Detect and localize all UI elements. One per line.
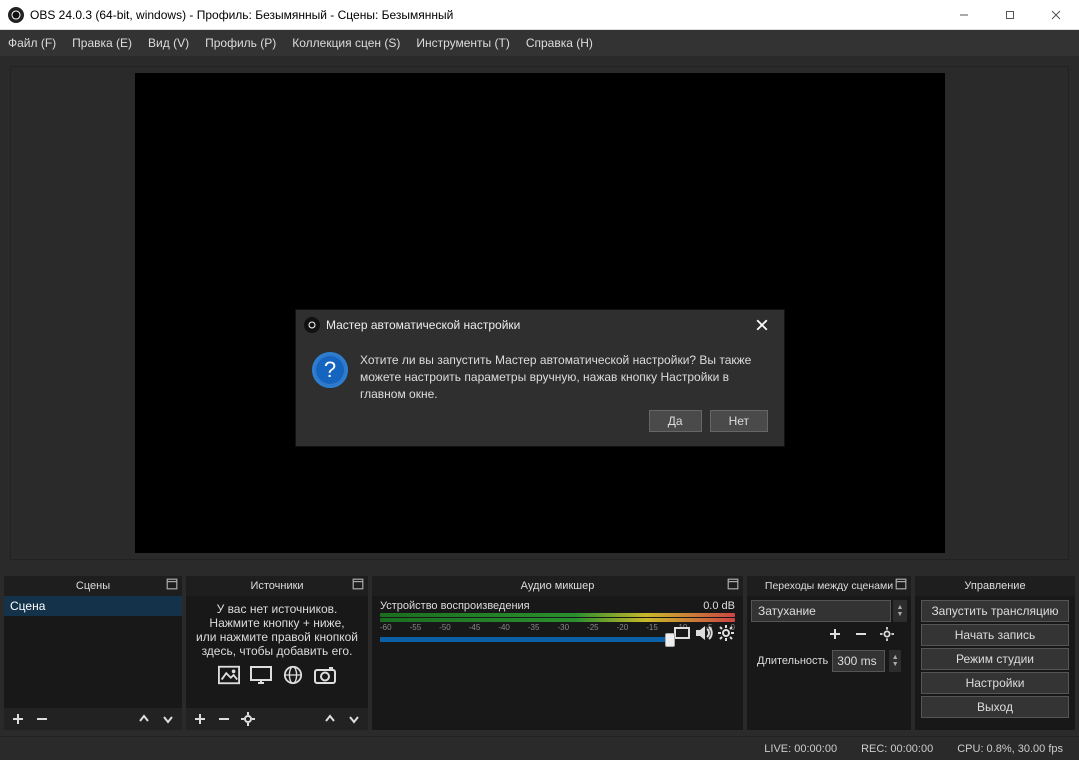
move-source-up-button[interactable] bbox=[320, 709, 340, 729]
yes-button[interactable]: Да bbox=[649, 410, 702, 432]
close-button[interactable] bbox=[1033, 0, 1079, 30]
sources-empty-text: У вас нет источников. Нажмите кнопку + н… bbox=[186, 596, 368, 662]
app-logo-icon bbox=[304, 317, 320, 333]
status-cpu: CPU: 0.8%, 30.00 fps bbox=[957, 743, 1063, 755]
popout-icon[interactable] bbox=[166, 578, 178, 590]
menu-profile[interactable]: Профиль (P) bbox=[205, 36, 276, 50]
add-source-button[interactable] bbox=[190, 709, 210, 729]
move-scene-down-button[interactable] bbox=[158, 709, 178, 729]
transition-select[interactable]: Затухание bbox=[751, 600, 891, 622]
volume-slider-thumb[interactable] bbox=[665, 633, 675, 647]
sources-title: Источники bbox=[250, 580, 303, 592]
camera-source-icon bbox=[311, 664, 339, 686]
menubar: Файл (F) Правка (E) Вид (V) Профиль (P) … bbox=[0, 30, 1079, 56]
dialog-title: Мастер автоматической настройки bbox=[326, 318, 748, 332]
add-transition-button[interactable] bbox=[825, 624, 845, 644]
status-rec: REC: 00:00:00 bbox=[861, 743, 933, 755]
scenes-title: Сцены bbox=[76, 580, 110, 592]
status-live: LIVE: 00:00:00 bbox=[764, 743, 837, 755]
controls-dock: Управление Запустить трансляцию Начать з… bbox=[915, 576, 1075, 730]
controls-header[interactable]: Управление bbox=[915, 576, 1075, 596]
transition-select-arrows[interactable]: ▲▼ bbox=[893, 600, 907, 622]
exit-button[interactable]: Выход bbox=[921, 696, 1069, 718]
mixer-device-label: Устройство воспроизведения bbox=[380, 600, 530, 612]
auto-config-dialog: Мастер автоматической настройки ? Хотите… bbox=[295, 309, 785, 447]
audio-meter bbox=[380, 613, 735, 617]
mixer-db-value: 0.0 dB bbox=[703, 600, 735, 612]
window-capture-icon[interactable] bbox=[673, 624, 691, 642]
settings-button[interactable]: Настройки bbox=[921, 672, 1069, 694]
scenes-toolbar bbox=[4, 708, 182, 730]
window-controls bbox=[941, 0, 1079, 30]
remove-scene-button[interactable] bbox=[32, 709, 52, 729]
sources-list[interactable]: У вас нет источников. Нажмите кнопку + н… bbox=[186, 596, 368, 708]
maximize-button[interactable] bbox=[987, 0, 1033, 30]
mixer-channel: Устройство воспроизведения 0.0 dB -60-55… bbox=[372, 596, 743, 646]
menu-tools[interactable]: Инструменты (T) bbox=[416, 36, 509, 50]
transition-settings-button[interactable] bbox=[877, 624, 897, 644]
scene-item[interactable]: Сцена bbox=[4, 596, 182, 616]
image-source-icon bbox=[215, 664, 243, 686]
menu-view[interactable]: Вид (V) bbox=[148, 36, 189, 50]
start-streaming-button[interactable]: Запустить трансляцию bbox=[921, 600, 1069, 622]
remove-transition-button[interactable] bbox=[851, 624, 871, 644]
minimize-button[interactable] bbox=[941, 0, 987, 30]
dialog-close-button[interactable] bbox=[748, 314, 776, 336]
dialog-body-text: Хотите ли вы запустить Мастер автоматиче… bbox=[360, 352, 768, 402]
transitions-header[interactable]: Переходы между сценами bbox=[747, 576, 911, 596]
transition-duration-label: Длительность bbox=[757, 655, 828, 667]
move-source-down-button[interactable] bbox=[344, 709, 364, 729]
move-scene-up-button[interactable] bbox=[134, 709, 154, 729]
statusbar: LIVE: 00:00:00 REC: 00:00:00 CPU: 0.8%, … bbox=[0, 736, 1079, 760]
volume-slider[interactable] bbox=[380, 637, 675, 642]
speaker-icon[interactable] bbox=[695, 624, 713, 642]
browser-source-icon bbox=[279, 664, 307, 686]
source-properties-button[interactable] bbox=[238, 709, 258, 729]
audio-mixer-title: Аудио микшер bbox=[521, 580, 595, 592]
scenes-header[interactable]: Сцены bbox=[4, 576, 182, 596]
sources-toolbar bbox=[186, 708, 368, 730]
popout-icon[interactable] bbox=[352, 578, 364, 590]
menu-edit[interactable]: Правка (E) bbox=[72, 36, 132, 50]
transition-duration-input[interactable]: 300 ms bbox=[832, 650, 885, 672]
studio-mode-button[interactable]: Режим студии bbox=[921, 648, 1069, 670]
popout-icon[interactable] bbox=[895, 578, 907, 590]
display-source-icon bbox=[247, 664, 275, 686]
menu-scene-collection[interactable]: Коллекция сцен (S) bbox=[292, 36, 400, 50]
transitions-title: Переходы между сценами bbox=[765, 580, 893, 592]
menu-help[interactable]: Справка (H) bbox=[526, 36, 593, 50]
no-button[interactable]: Нет bbox=[710, 410, 768, 432]
scene-list[interactable]: Сцена bbox=[4, 596, 182, 708]
add-scene-button[interactable] bbox=[8, 709, 28, 729]
sources-dock: Источники У вас нет источников. Нажмите … bbox=[186, 576, 368, 730]
menu-file[interactable]: Файл (F) bbox=[8, 36, 56, 50]
audio-mixer-dock: Аудио микшер Устройство воспроизведения … bbox=[372, 576, 743, 730]
popout-icon[interactable] bbox=[727, 578, 739, 590]
scenes-dock: Сцены Сцена bbox=[4, 576, 182, 730]
docks-row: Сцены Сцена Источники У вас нет источник… bbox=[0, 576, 1079, 730]
audio-mixer-header[interactable]: Аудио микшер bbox=[372, 576, 743, 596]
question-icon: ? bbox=[312, 352, 348, 388]
dialog-header[interactable]: Мастер автоматической настройки bbox=[296, 310, 784, 340]
controls-title: Управление bbox=[964, 580, 1025, 592]
sources-header[interactable]: Источники bbox=[186, 576, 368, 596]
gear-icon[interactable] bbox=[717, 624, 735, 642]
app-logo-icon bbox=[8, 7, 24, 23]
titlebar: OBS 24.0.3 (64-bit, windows) - Профиль: … bbox=[0, 0, 1079, 30]
start-recording-button[interactable]: Начать запись bbox=[921, 624, 1069, 646]
transition-selected-label: Затухание bbox=[758, 604, 816, 618]
audio-meter bbox=[380, 618, 735, 622]
remove-source-button[interactable] bbox=[214, 709, 234, 729]
duration-stepper[interactable]: ▲▼ bbox=[889, 650, 901, 672]
window-title: OBS 24.0.3 (64-bit, windows) - Профиль: … bbox=[30, 8, 941, 22]
transitions-dock: Переходы между сценами Затухание ▲▼ Длит… bbox=[747, 576, 911, 730]
